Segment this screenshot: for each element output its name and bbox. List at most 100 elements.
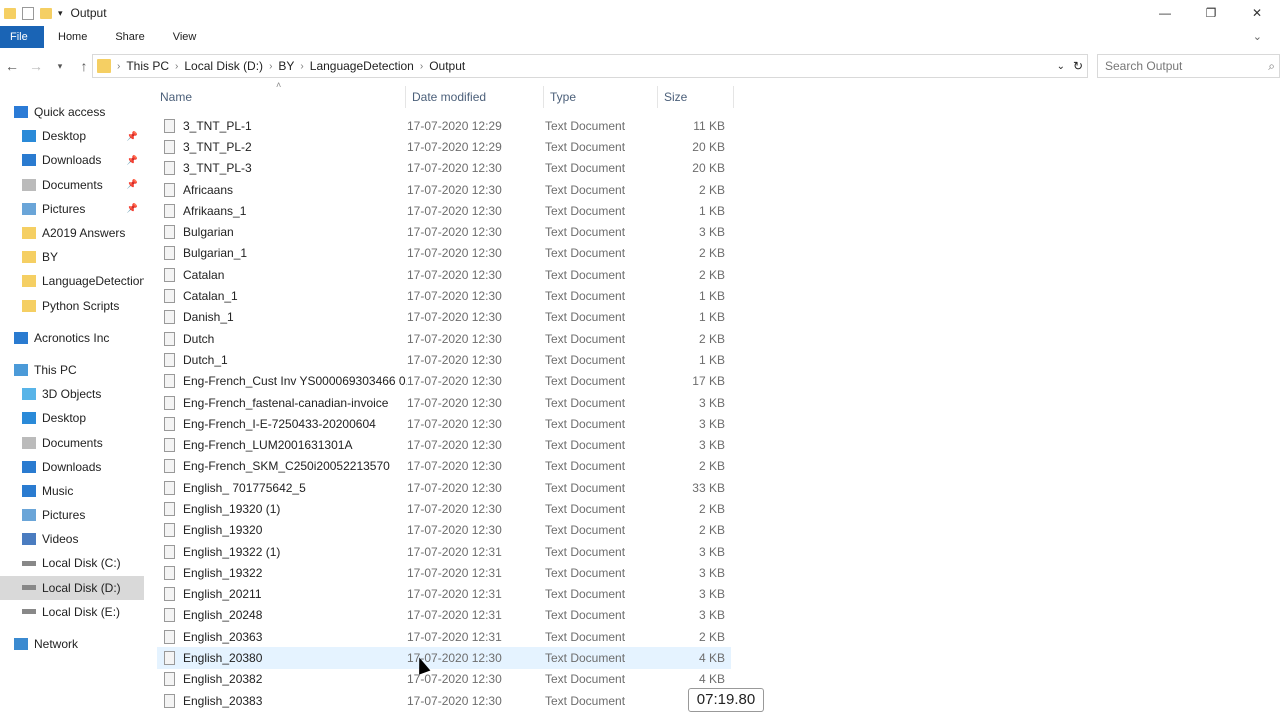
file-row[interactable]: Eng-French_I-E-7250433-20200604 17-07-20… <box>157 413 731 434</box>
file-row[interactable]: English_19322 17-07-2020 12:31 Text Docu… <box>157 562 731 583</box>
sidebar-item-downloads[interactable]: Downloads 📌 <box>0 148 144 172</box>
sidebar-item-downloads[interactable]: Downloads <box>0 455 144 479</box>
sidebar-item-python-scripts[interactable]: Python Scripts <box>0 294 144 318</box>
sidebar-item-local-disk-c[interactable]: Local Disk (C:) <box>0 551 144 575</box>
back-button[interactable]: ← <box>0 58 24 74</box>
file-row[interactable]: Eng-French_SKM_C250i20052213570 17-07-20… <box>157 456 731 477</box>
file-name: Africaans <box>183 182 234 197</box>
recent-locations-icon[interactable]: ▾ <box>48 61 72 72</box>
forward-button[interactable]: → <box>24 58 48 74</box>
file-size: 20 KB <box>692 161 725 176</box>
tab-home[interactable]: Home <box>44 26 101 48</box>
file-row[interactable]: Eng-French_LUM2001631301A 17-07-2020 12:… <box>157 434 731 455</box>
restore-button[interactable]: ❐ <box>1188 0 1234 26</box>
file-date: 17-07-2020 12:30 <box>407 310 502 325</box>
file-row[interactable]: English_20383 17-07-2020 12:30 Text Docu… <box>157 690 731 711</box>
breadcrumb-by[interactable]: BY <box>278 59 294 73</box>
address-bar[interactable]: › This PC › Local Disk (D:) › BY › LanguageD… <box>92 54 1088 78</box>
file-row[interactable]: Danish_1 17-07-2020 12:30 Text Document … <box>157 307 731 328</box>
sidebar-item-label: Acronotics Inc <box>34 330 110 345</box>
file-row[interactable]: English_19320 (1) 17-07-2020 12:30 Text … <box>157 498 731 519</box>
file-date: 17-07-2020 12:30 <box>407 246 502 261</box>
sidebar-item-quick-access[interactable]: Quick access <box>0 100 144 124</box>
ribbon-tabs: File Home Share View ⌄ <box>0 26 1280 48</box>
sidebar-item-desktop[interactable]: Desktop 📌 <box>0 124 144 148</box>
breadcrumb-output[interactable]: Output <box>429 59 465 73</box>
text-file-icon <box>164 608 175 623</box>
sidebar-item-by[interactable]: BY <box>0 245 144 269</box>
drive-icon <box>22 609 36 615</box>
sidebar-item-local-disk-d[interactable]: Local Disk (D:) <box>0 575 144 600</box>
column-header-date[interactable]: Date modified <box>406 86 544 108</box>
file-row[interactable]: Catalan_1 17-07-2020 12:30 Text Document… <box>157 285 731 306</box>
file-row[interactable]: English_19322 (1) 17-07-2020 12:31 Text … <box>157 541 731 562</box>
sidebar-item-videos[interactable]: Videos <box>0 527 144 551</box>
file-row[interactable]: Afrikaans_1 17-07-2020 12:30 Text Docume… <box>157 200 731 221</box>
breadcrumb-this-pc[interactable]: This PC <box>126 59 169 73</box>
file-row[interactable]: English_19320 17-07-2020 12:30 Text Docu… <box>157 520 731 541</box>
file-row[interactable]: 3_TNT_PL-2 17-07-2020 12:29 Text Documen… <box>157 136 731 157</box>
minimize-button[interactable]: — <box>1142 0 1188 26</box>
sidebar-item-pictures[interactable]: Pictures <box>0 503 144 527</box>
sidebar-item-pictures[interactable]: Pictures 📌 <box>0 197 144 221</box>
file-name: 3_TNT_PL-2 <box>183 139 252 154</box>
properties-icon[interactable] <box>22 6 34 20</box>
file-type: Text Document <box>545 544 626 559</box>
sidebar-item-3d-objects[interactable]: 3D Objects <box>0 382 144 406</box>
sidebar-item-languagedetection[interactable]: LanguageDetection <box>0 269 144 293</box>
expand-ribbon-icon[interactable]: ⌄ <box>1239 26 1276 48</box>
sidebar-item-label: Downloads <box>42 153 102 168</box>
sidebar-item-this-pc[interactable]: This PC <box>0 358 144 382</box>
file-row[interactable]: Eng-French_Cust Inv YS000069303466 0... … <box>157 371 731 392</box>
file-row[interactable]: Bulgarian 17-07-2020 12:30 Text Document… <box>157 221 731 242</box>
sidebar-item-network[interactable]: Network <box>0 632 144 656</box>
file-row[interactable]: English_20363 17-07-2020 12:31 Text Docu… <box>157 626 731 647</box>
file-row[interactable]: Dutch 17-07-2020 12:30 Text Document 2 K… <box>157 328 731 349</box>
column-header-type[interactable]: Type <box>544 86 658 108</box>
file-date: 17-07-2020 12:30 <box>407 203 502 218</box>
file-name: Catalan <box>183 267 225 282</box>
column-header-size[interactable]: Size <box>658 86 734 108</box>
sidebar-item-documents[interactable]: Documents 📌 <box>0 173 144 197</box>
file-row[interactable]: Dutch_1 17-07-2020 12:30 Text Document 1… <box>157 349 731 370</box>
file-row[interactable]: English_20211 17-07-2020 12:31 Text Docu… <box>157 584 731 605</box>
text-file-icon <box>164 480 175 495</box>
file-type: Text Document <box>545 480 626 495</box>
sidebar-item-a2019-answers[interactable]: A2019 Answers <box>0 221 144 245</box>
file-row[interactable]: English_20382 17-07-2020 12:30 Text Docu… <box>157 669 731 690</box>
text-file-icon <box>164 629 175 644</box>
computer-icon <box>14 363 28 376</box>
search-input[interactable]: Search Output <box>1105 59 1182 73</box>
file-row[interactable]: Catalan 17-07-2020 12:30 Text Document 2… <box>157 264 731 285</box>
sidebar-item-desktop[interactable]: Desktop <box>0 406 144 430</box>
file-row[interactable]: 3_TNT_PL-1 17-07-2020 12:29 Text Documen… <box>157 115 731 136</box>
search-box[interactable]: Search Output ⌕ <box>1097 54 1280 78</box>
tab-view[interactable]: View <box>159 26 211 48</box>
file-row[interactable]: Eng-French_fastenal-canadian-invoice 17-… <box>157 392 731 413</box>
file-name: Eng-French_LUM2001631301A <box>183 438 353 453</box>
breadcrumb-languagedetection[interactable]: LanguageDetection <box>310 59 414 73</box>
customize-dropdown-icon[interactable]: ▾ <box>58 8 63 19</box>
breadcrumb-local-disk-d[interactable]: Local Disk (D:) <box>184 59 263 73</box>
close-button[interactable]: ✕ <box>1234 0 1280 26</box>
tab-share[interactable]: Share <box>101 26 158 48</box>
new-folder-icon[interactable] <box>40 7 52 19</box>
file-date: 17-07-2020 12:30 <box>407 416 502 431</box>
file-row[interactable]: 3_TNT_PL-3 17-07-2020 12:30 Text Documen… <box>157 158 731 179</box>
sidebar-item-documents[interactable]: Documents <box>0 430 144 454</box>
sidebar-item-music[interactable]: Music <box>0 479 144 503</box>
3d-objects-icon <box>22 388 36 401</box>
file-row[interactable]: English_20248 17-07-2020 12:31 Text Docu… <box>157 605 731 626</box>
sidebar-item-acronotics-inc[interactable]: Acronotics Inc <box>0 326 144 350</box>
address-dropdown-icon[interactable]: ⌄ <box>1057 61 1065 72</box>
file-row[interactable]: Bulgarian_1 17-07-2020 12:30 Text Docume… <box>157 243 731 264</box>
file-row[interactable]: English_ 701775642_5 17-07-2020 12:30 Te… <box>157 477 731 498</box>
sidebar-item-local-disk-e[interactable]: Local Disk (E:) <box>0 600 144 624</box>
file-name: English_ 701775642_5 <box>183 480 306 495</box>
file-date: 17-07-2020 12:30 <box>407 289 502 304</box>
tab-file[interactable]: File <box>0 26 44 48</box>
scrollbar[interactable] <box>1266 56 1280 716</box>
file-row[interactable]: Africaans 17-07-2020 12:30 Text Document… <box>157 179 731 200</box>
file-row[interactable]: English_20380 17-07-2020 12:30 Text Docu… <box>157 647 731 669</box>
refresh-icon[interactable]: ↻ <box>1073 59 1083 73</box>
